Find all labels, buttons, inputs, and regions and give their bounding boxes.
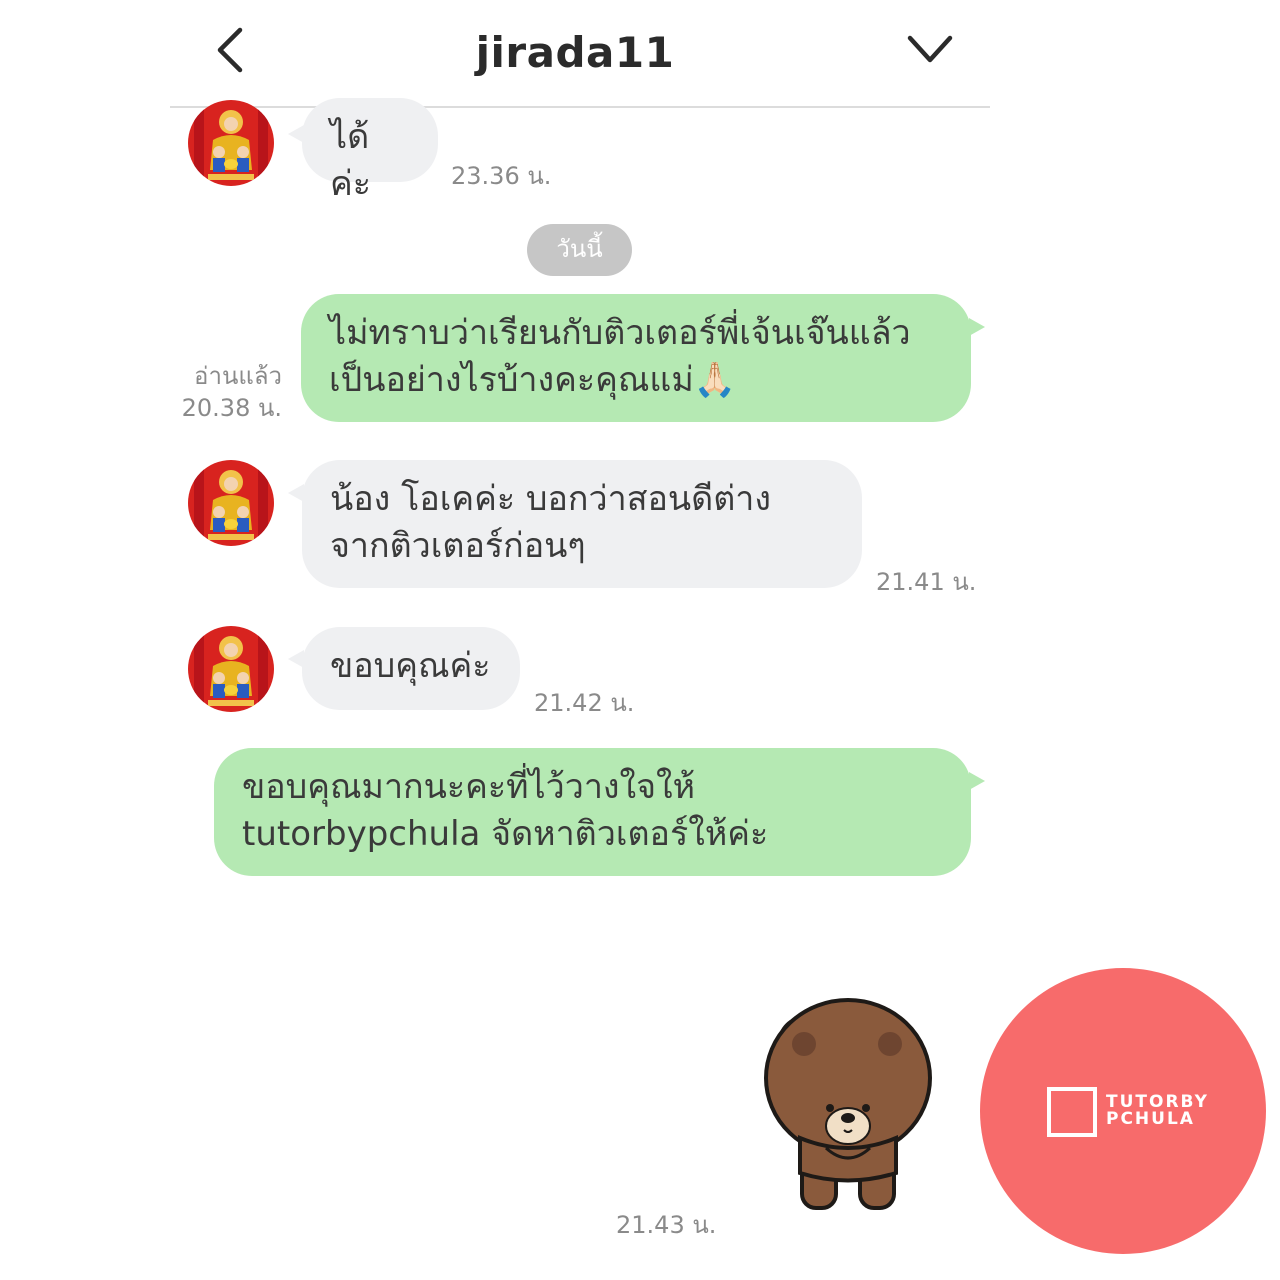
contact-avatar[interactable] xyxy=(188,100,274,186)
message-text: ได้ค่ะ xyxy=(330,117,372,204)
chevron-down-icon[interactable] xyxy=(900,28,960,72)
logo-line: PCHULA xyxy=(1106,1109,1195,1129)
contact-avatar[interactable] xyxy=(188,460,274,546)
message-line: ขอบคุณมากนะคะที่ไว้วางใจให้ xyxy=(242,767,696,807)
bear-sticker-icon[interactable] xyxy=(760,998,940,1216)
message-time: 21.42 น. xyxy=(534,689,635,717)
incoming-message-bubble[interactable]: ขอบคุณค่ะ xyxy=(302,627,520,710)
message-time: 23.36 น. xyxy=(451,162,552,190)
message-text: ขอบคุณค่ะ xyxy=(330,646,491,686)
logo-square-icon xyxy=(1047,1087,1097,1137)
message-time: 20.38 น. xyxy=(181,394,282,422)
message-time: 21.43 น. xyxy=(616,1211,717,1239)
logo-text: TUTORBY PCHULA xyxy=(1106,1094,1209,1128)
contact-avatar[interactable] xyxy=(188,626,274,712)
header-divider xyxy=(170,106,990,108)
message-line: น้อง โอเคค่ะ บอกว่าสอนดีต่าง xyxy=(330,479,771,519)
message-time: 21.41 น. xyxy=(876,568,977,596)
date-separator: วันนี้ xyxy=(527,224,632,276)
outgoing-message-bubble[interactable]: ขอบคุณมากนะคะที่ไว้วางใจให้ tutorbypchul… xyxy=(214,748,971,876)
incoming-message-bubble[interactable]: น้อง โอเคค่ะ บอกว่าสอนดีต่าง จากติวเตอร์… xyxy=(302,460,862,588)
message-line: tutorbypchula จัดหาติวเตอร์ให้ค่ะ xyxy=(242,814,769,854)
message-line: ไม่ทราบว่าเรียนกับติวเตอร์พี่เจ้นเจ๊นแล้… xyxy=(329,313,911,353)
message-line: เป็นอย่างไรบ้างคะคุณแม่🙏🏻 xyxy=(329,360,737,400)
incoming-message-bubble[interactable]: ได้ค่ะ xyxy=(302,98,438,204)
read-receipt: อ่านแล้ว 20.38 น. xyxy=(160,360,282,424)
chat-title: jirada11 xyxy=(475,28,675,77)
message-line: จากติวเตอร์ก่อนๆ xyxy=(330,526,586,566)
bubble-tail xyxy=(969,772,985,790)
outgoing-message-bubble[interactable]: ไม่ทราบว่าเรียนกับติวเตอร์พี่เจ้นเจ๊นแล้… xyxy=(301,294,971,422)
read-status: อ่านแล้ว xyxy=(194,362,282,390)
bubble-tail xyxy=(969,318,985,336)
